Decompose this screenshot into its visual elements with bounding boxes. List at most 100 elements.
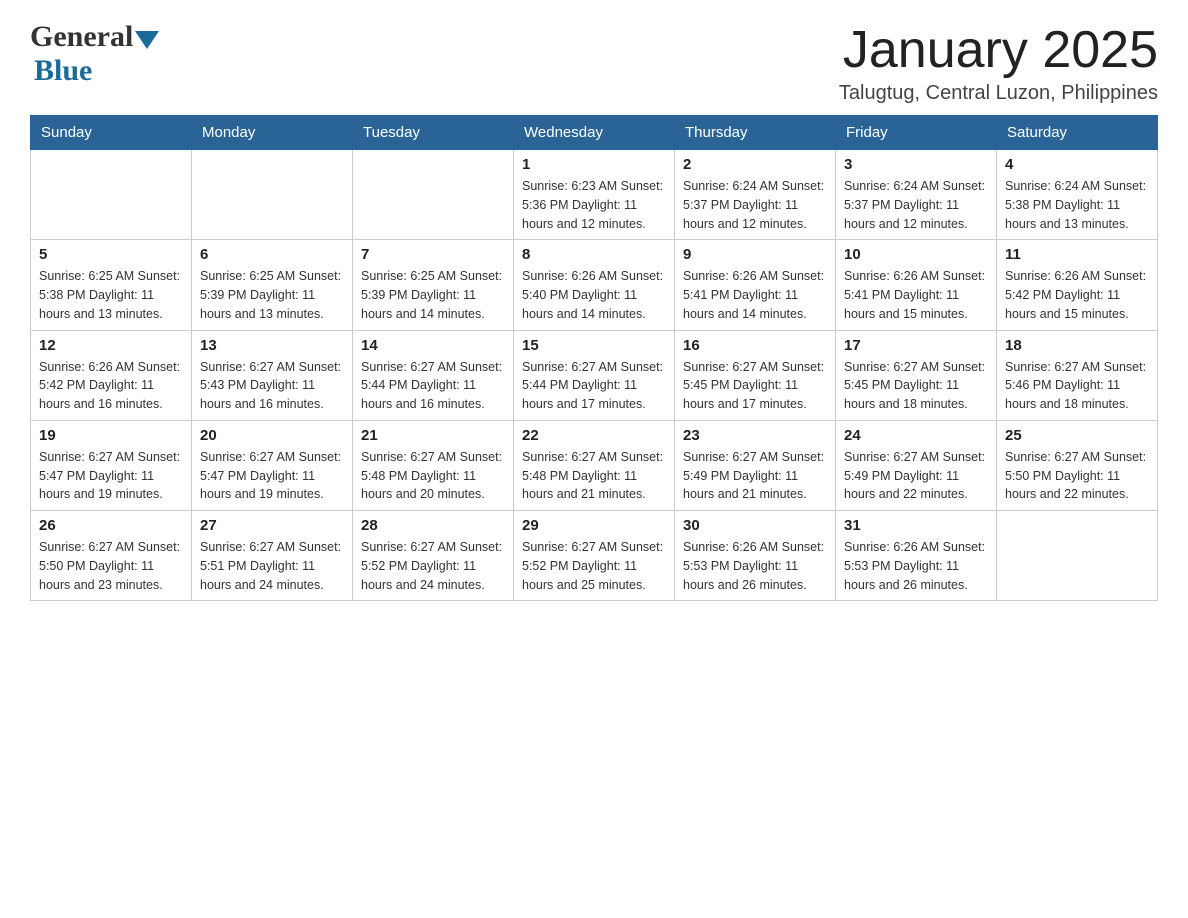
calendar-header-monday: Monday	[192, 116, 353, 150]
calendar-cell: 15 Sunrise: 6:27 AM Sunset: 5:44 PM Dayli…	[514, 330, 675, 420]
day-number: 24	[844, 427, 988, 444]
day-number: 20	[200, 427, 344, 444]
calendar-cell: 24 Sunrise: 6:27 AM Sunset: 5:49 PM Dayli…	[836, 420, 997, 510]
calendar-cell: 19Sunrise: 6:27 AM Sunset: 5:47 PM Dayli…	[31, 420, 192, 510]
calendar-header-tuesday: Tuesday	[353, 116, 514, 150]
day-info: Sunrise: 6:26 AM Sunset: 5:42 PM Dayligh…	[39, 358, 183, 414]
day-number: 21	[361, 427, 505, 444]
calendar-cell: 16 Sunrise: 6:27 AM Sunset: 5:45 PM Dayli…	[675, 330, 836, 420]
calendar-cell: 27Sunrise: 6:27 AM Sunset: 5:51 PM Dayli…	[192, 511, 353, 601]
calendar-cell: 4 Sunrise: 6:24 AM Sunset: 5:38 PM Daylig…	[997, 150, 1158, 240]
day-info: Sunrise: 6:24 AM Sunset: 5:37 PM Dayligh…	[844, 177, 988, 233]
calendar-cell: 10 Sunrise: 6:26 AM Sunset: 5:41 PM Dayli…	[836, 240, 997, 330]
calendar-cell: 1 Sunrise: 6:23 AM Sunset: 5:36 PM Daylig…	[514, 150, 675, 240]
day-info: Sunrise: 6:26 AM Sunset: 5:53 PM Dayligh…	[844, 538, 988, 594]
day-number: 7	[361, 246, 505, 263]
page-header: General Blue January 2025 Talugtug, Cent…	[30, 20, 1158, 105]
day-number: 5	[39, 246, 183, 263]
day-number: 4	[1005, 156, 1149, 173]
calendar-cell: 8Sunrise: 6:26 AM Sunset: 5:40 PM Daylig…	[514, 240, 675, 330]
day-info: Sunrise: 6:27 AM Sunset: 5:50 PM Dayligh…	[1005, 448, 1149, 504]
day-number: 16	[683, 337, 827, 354]
calendar-cell: 17 Sunrise: 6:27 AM Sunset: 5:45 PM Dayli…	[836, 330, 997, 420]
day-info: Sunrise: 6:23 AM Sunset: 5:36 PM Dayligh…	[522, 177, 666, 233]
day-info: Sunrise: 6:26 AM Sunset: 5:41 PM Dayligh…	[683, 267, 827, 323]
day-number: 19	[39, 427, 183, 444]
day-number: 29	[522, 517, 666, 534]
day-info: Sunrise: 6:27 AM Sunset: 5:48 PM Dayligh…	[361, 448, 505, 504]
day-info: Sunrise: 6:25 AM Sunset: 5:39 PM Dayligh…	[200, 267, 344, 323]
calendar-cell: 11 Sunrise: 6:26 AM Sunset: 5:42 PM Dayli…	[997, 240, 1158, 330]
day-info: Sunrise: 6:24 AM Sunset: 5:38 PM Dayligh…	[1005, 177, 1149, 233]
calendar-cell: 3 Sunrise: 6:24 AM Sunset: 5:37 PM Daylig…	[836, 150, 997, 240]
calendar-cell	[31, 150, 192, 240]
day-number: 17	[844, 337, 988, 354]
day-info: Sunrise: 6:27 AM Sunset: 5:49 PM Dayligh…	[844, 448, 988, 504]
day-number: 23	[683, 427, 827, 444]
day-number: 31	[844, 517, 988, 534]
day-info: Sunrise: 6:25 AM Sunset: 5:38 PM Dayligh…	[39, 267, 183, 323]
day-info: Sunrise: 6:27 AM Sunset: 5:52 PM Dayligh…	[361, 538, 505, 594]
calendar-header-thursday: Thursday	[675, 116, 836, 150]
calendar-cell: 20Sunrise: 6:27 AM Sunset: 5:47 PM Dayli…	[192, 420, 353, 510]
calendar-cell: 30 Sunrise: 6:26 AM Sunset: 5:53 PM Dayli…	[675, 511, 836, 601]
day-number: 13	[200, 337, 344, 354]
logo: General Blue	[30, 20, 159, 88]
logo-general: General	[30, 20, 133, 54]
day-info: Sunrise: 6:26 AM Sunset: 5:53 PM Dayligh…	[683, 538, 827, 594]
calendar-week-row: 1 Sunrise: 6:23 AM Sunset: 5:36 PM Daylig…	[31, 150, 1158, 240]
calendar-week-row: 12Sunrise: 6:26 AM Sunset: 5:42 PM Dayli…	[31, 330, 1158, 420]
location: Talugtug, Central Luzon, Philippines	[839, 82, 1158, 105]
day-number: 9	[683, 246, 827, 263]
calendar-cell: 5 Sunrise: 6:25 AM Sunset: 5:38 PM Daylig…	[31, 240, 192, 330]
day-info: Sunrise: 6:25 AM Sunset: 5:39 PM Dayligh…	[361, 267, 505, 323]
calendar-cell: 2Sunrise: 6:24 AM Sunset: 5:37 PM Daylig…	[675, 150, 836, 240]
day-info: Sunrise: 6:26 AM Sunset: 5:42 PM Dayligh…	[1005, 267, 1149, 323]
day-number: 8	[522, 246, 666, 263]
calendar-cell: 28 Sunrise: 6:27 AM Sunset: 5:52 PM Dayli…	[353, 511, 514, 601]
day-number: 28	[361, 517, 505, 534]
day-info: Sunrise: 6:27 AM Sunset: 5:45 PM Dayligh…	[844, 358, 988, 414]
day-info: Sunrise: 6:27 AM Sunset: 5:50 PM Dayligh…	[39, 538, 183, 594]
day-info: Sunrise: 6:27 AM Sunset: 5:48 PM Dayligh…	[522, 448, 666, 504]
day-info: Sunrise: 6:27 AM Sunset: 5:52 PM Dayligh…	[522, 538, 666, 594]
calendar-cell	[192, 150, 353, 240]
calendar-cell: 14Sunrise: 6:27 AM Sunset: 5:44 PM Dayli…	[353, 330, 514, 420]
day-number: 15	[522, 337, 666, 354]
calendar-cell: 7 Sunrise: 6:25 AM Sunset: 5:39 PM Daylig…	[353, 240, 514, 330]
day-info: Sunrise: 6:27 AM Sunset: 5:45 PM Dayligh…	[683, 358, 827, 414]
calendar-cell: 6 Sunrise: 6:25 AM Sunset: 5:39 PM Daylig…	[192, 240, 353, 330]
day-info: Sunrise: 6:24 AM Sunset: 5:37 PM Dayligh…	[683, 177, 827, 233]
calendar-header-saturday: Saturday	[997, 116, 1158, 150]
day-number: 10	[844, 246, 988, 263]
day-number: 26	[39, 517, 183, 534]
day-info: Sunrise: 6:27 AM Sunset: 5:43 PM Dayligh…	[200, 358, 344, 414]
day-number: 1	[522, 156, 666, 173]
calendar-cell: 25 Sunrise: 6:27 AM Sunset: 5:50 PM Dayli…	[997, 420, 1158, 510]
day-number: 25	[1005, 427, 1149, 444]
calendar-cell	[997, 511, 1158, 601]
calendar-week-row: 19Sunrise: 6:27 AM Sunset: 5:47 PM Dayli…	[31, 420, 1158, 510]
day-info: Sunrise: 6:27 AM Sunset: 5:49 PM Dayligh…	[683, 448, 827, 504]
day-number: 3	[844, 156, 988, 173]
day-number: 30	[683, 517, 827, 534]
logo-triangle-icon	[135, 31, 159, 49]
day-number: 18	[1005, 337, 1149, 354]
calendar-cell: 12Sunrise: 6:26 AM Sunset: 5:42 PM Dayli…	[31, 330, 192, 420]
day-info: Sunrise: 6:27 AM Sunset: 5:51 PM Dayligh…	[200, 538, 344, 594]
calendar-cell: 21 Sunrise: 6:27 AM Sunset: 5:48 PM Dayli…	[353, 420, 514, 510]
calendar-header-friday: Friday	[836, 116, 997, 150]
calendar-cell: 13 Sunrise: 6:27 AM Sunset: 5:43 PM Dayli…	[192, 330, 353, 420]
day-info: Sunrise: 6:27 AM Sunset: 5:44 PM Dayligh…	[522, 358, 666, 414]
calendar-cell	[353, 150, 514, 240]
title-section: January 2025 Talugtug, Central Luzon, Ph…	[839, 20, 1158, 105]
logo-blue: Blue	[34, 54, 92, 88]
day-info: Sunrise: 6:26 AM Sunset: 5:41 PM Dayligh…	[844, 267, 988, 323]
calendar-cell: 18 Sunrise: 6:27 AM Sunset: 5:46 PM Dayli…	[997, 330, 1158, 420]
calendar-week-row: 26 Sunrise: 6:27 AM Sunset: 5:50 PM Dayli…	[31, 511, 1158, 601]
calendar-header-wednesday: Wednesday	[514, 116, 675, 150]
day-info: Sunrise: 6:27 AM Sunset: 5:46 PM Dayligh…	[1005, 358, 1149, 414]
day-number: 11	[1005, 246, 1149, 263]
day-number: 6	[200, 246, 344, 263]
day-info: Sunrise: 6:27 AM Sunset: 5:44 PM Dayligh…	[361, 358, 505, 414]
